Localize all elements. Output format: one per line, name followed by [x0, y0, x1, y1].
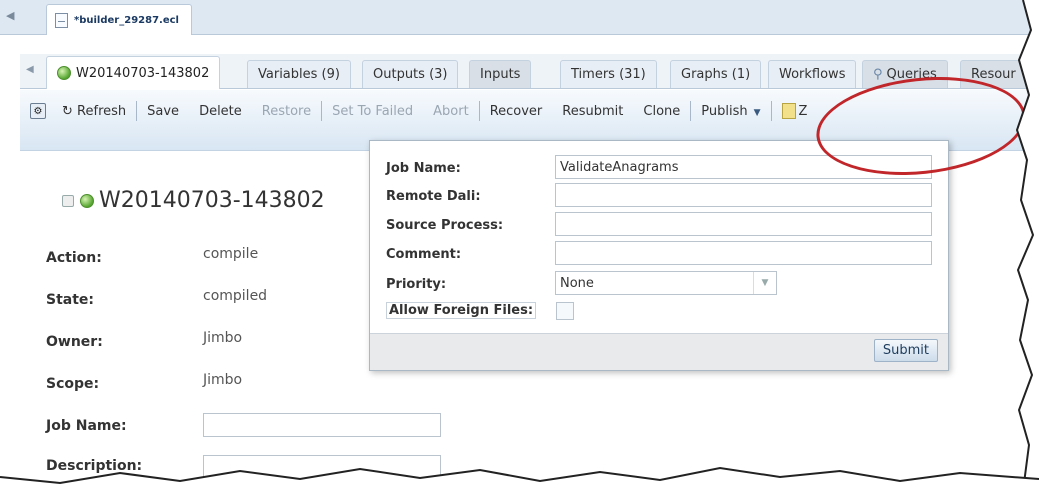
tab-label: Graphs (1): [681, 67, 751, 82]
recover-button[interactable]: Recover: [480, 104, 553, 119]
tab-label: Timers (31): [571, 67, 646, 82]
publish-dialog: Job Name: ValidateAnagrams Remote Dali: …: [369, 140, 949, 371]
workunit-id: W20140703-143802: [99, 188, 325, 213]
source-process-field[interactable]: [555, 212, 932, 236]
refresh-icon: ↻: [62, 103, 73, 119]
torn-edge-bottom: [0, 466, 1039, 491]
globe-icon: [57, 66, 71, 80]
tab-label: W20140703-143802: [76, 65, 210, 81]
save-button[interactable]: Save: [137, 104, 189, 119]
owner-value: Jimbo: [203, 330, 243, 346]
tab-graphs[interactable]: Graphs (1): [670, 60, 762, 88]
state-value: compiled: [203, 288, 268, 304]
tab-label: Outputs (3): [373, 67, 448, 82]
torn-edge-right: [1015, 0, 1039, 491]
publish-job-name-label: Job Name:: [386, 161, 461, 176]
toolbar-divider: [770, 101, 772, 121]
tab-label: Inputs: [480, 67, 521, 82]
action-label: Action:: [46, 250, 102, 266]
clone-button[interactable]: Clone: [633, 104, 690, 119]
scope-value: Jimbo: [203, 372, 243, 388]
refresh-label: Refresh: [77, 103, 127, 119]
job-name-label: Job Name:: [46, 418, 127, 434]
chevron-down-icon: ▼: [753, 107, 761, 118]
comment-label: Comment:: [386, 247, 462, 262]
lock-icon: [62, 194, 74, 207]
tabs-scroll-left-icon[interactable]: ◀: [26, 64, 34, 75]
tab-variables[interactable]: Variables (9): [247, 60, 351, 88]
job-name-field[interactable]: [203, 413, 441, 437]
priority-select[interactable]: None ▼: [555, 271, 777, 295]
dialog-footer: Submit: [370, 333, 948, 370]
chevron-down-icon: ▼: [753, 272, 776, 294]
submit-button[interactable]: Submit: [873, 339, 938, 362]
globe-icon: [80, 193, 94, 208]
priority-label: Priority:: [386, 277, 447, 292]
tab-label: Workflows: [779, 67, 846, 82]
tab-label: Variables (9): [258, 67, 340, 82]
scroll-left-icon[interactable]: ◀: [6, 9, 14, 22]
comment-field[interactable]: [555, 241, 932, 265]
zap-icon[interactable]: [781, 103, 796, 119]
action-value: compile: [203, 246, 259, 262]
zap-button[interactable]: Z: [796, 104, 818, 119]
set-to-failed-button[interactable]: Set To Failed: [322, 104, 423, 119]
tab-workflows[interactable]: Workflows: [768, 60, 857, 88]
tab-workunit[interactable]: W20140703-143802: [46, 56, 221, 89]
publish-label: Publish: [701, 103, 748, 119]
remote-dali-field[interactable]: [555, 183, 932, 207]
allow-foreign-files-label: Allow Foreign Files:: [386, 302, 537, 319]
resubmit-button[interactable]: Resubmit: [552, 104, 633, 119]
settings-icon[interactable]: ⚙: [30, 103, 46, 119]
search-icon: ⚲: [873, 67, 883, 82]
tab-outputs[interactable]: Outputs (3): [362, 60, 459, 88]
priority-value: None: [560, 276, 594, 291]
restore-button[interactable]: Restore: [252, 104, 321, 119]
scope-label: Scope:: [46, 376, 100, 392]
document-icon: [55, 12, 68, 28]
remote-dali-label: Remote Dali:: [386, 189, 481, 204]
page-title: W20140703-143802: [62, 188, 325, 213]
abort-button[interactable]: Abort: [423, 104, 479, 119]
file-tab[interactable]: *builder_29287.ecl: [46, 4, 192, 35]
delete-button[interactable]: Delete: [189, 104, 252, 119]
file-tab-bar: ◀ *builder_29287.ecl: [0, 0, 1039, 35]
tab-timers[interactable]: Timers (31): [560, 60, 657, 88]
owner-label: Owner:: [46, 334, 103, 350]
tab-inputs[interactable]: Inputs: [469, 60, 532, 88]
publish-button[interactable]: Publish ▼: [691, 104, 770, 119]
refresh-button[interactable]: ↻ Refresh: [52, 104, 136, 119]
file-tab-name: *builder_29287.ecl: [74, 14, 179, 26]
source-process-label: Source Process:: [386, 218, 504, 233]
allow-foreign-files-checkbox[interactable]: [556, 302, 574, 320]
state-label: State:: [46, 292, 95, 308]
